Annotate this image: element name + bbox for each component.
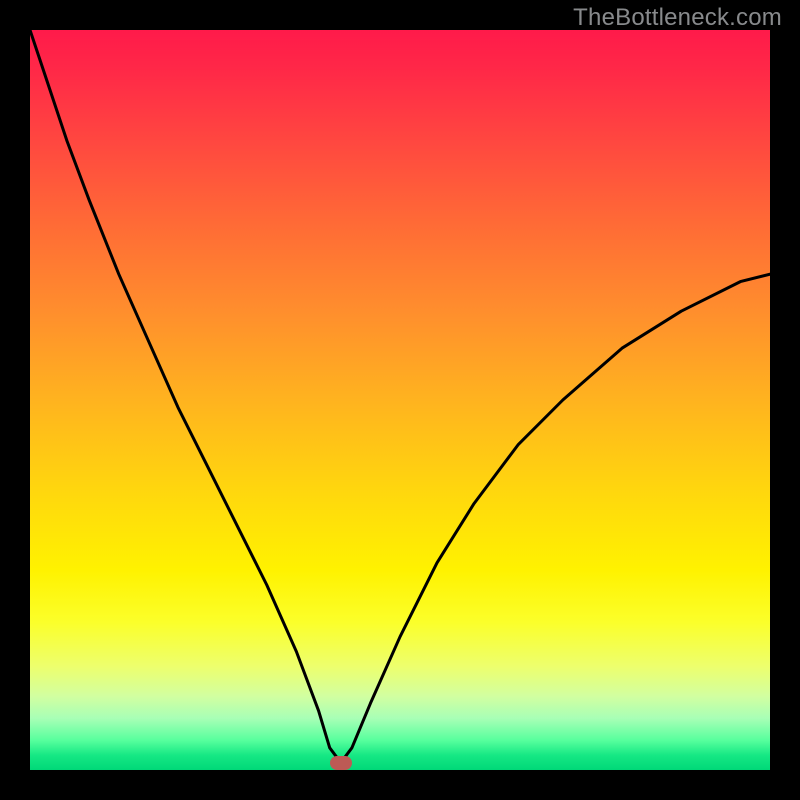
plot-inner [30, 30, 770, 770]
optimal-point-marker [330, 756, 352, 770]
plot-area [30, 30, 770, 770]
watermark-text: TheBottleneck.com [573, 4, 782, 32]
curve-path [30, 30, 770, 763]
chart-frame: TheBottleneck.com [0, 0, 800, 800]
bottleneck-curve [30, 30, 770, 770]
